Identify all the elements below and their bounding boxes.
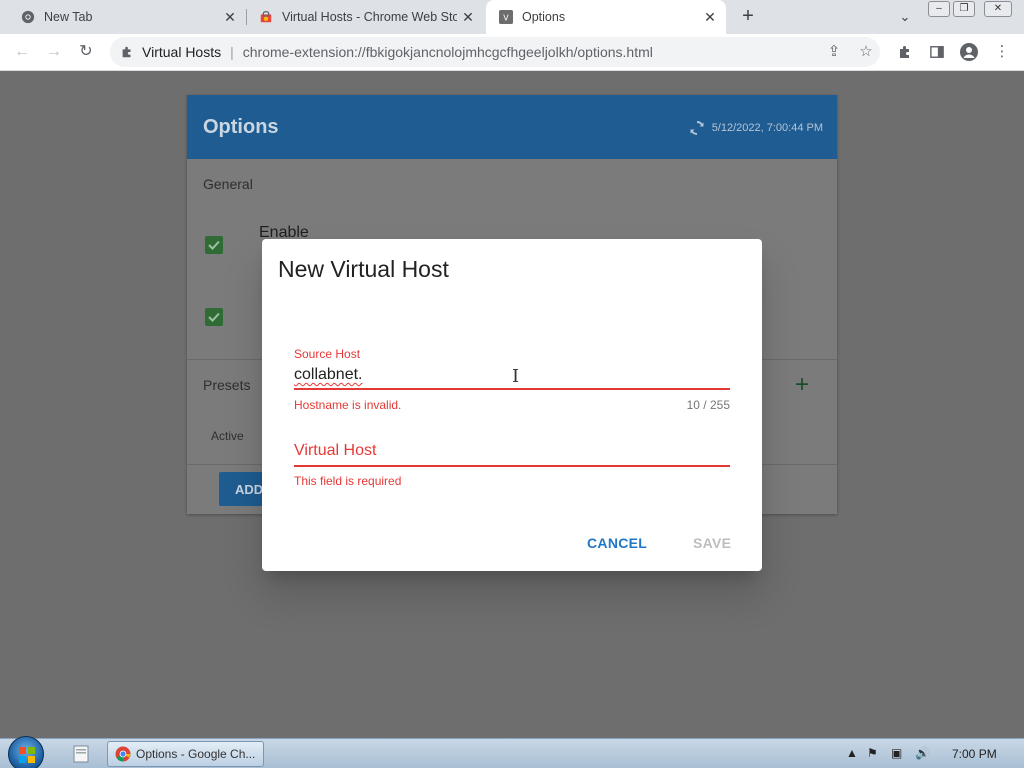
- sync-icon[interactable]: [688, 119, 706, 137]
- virtual-host-input[interactable]: Virtual Host: [294, 442, 376, 460]
- browser-toolbar: ← → ↻ Virtual Hosts | chrome-extension:/…: [0, 34, 1024, 71]
- share-icon[interactable]: ⇪: [824, 42, 844, 62]
- show-hidden-icons-chevron-icon[interactable]: ▲: [846, 746, 858, 760]
- extensions-puzzle-icon[interactable]: [895, 42, 915, 62]
- sync-status[interactable]: 5/12/2022, 7:00:44 PM: [688, 119, 823, 137]
- virtual-host-label: Virtual Host: [294, 442, 377, 459]
- chrome-icon: [20, 9, 36, 25]
- enable-checkbox[interactable]: [205, 236, 223, 254]
- omnibox-url: chrome-extension://fbkigokjancnolojmhcgc…: [242, 44, 653, 60]
- options-header: Options 5/12/2022, 7:00:44 PM: [187, 95, 837, 159]
- chrome-icon: [115, 746, 131, 762]
- network-icon[interactable]: ▣: [891, 746, 902, 760]
- virtual-host-error: This field is required: [294, 474, 402, 488]
- svg-text:V: V: [503, 14, 509, 23]
- close-tab-icon[interactable]: ✕: [702, 9, 718, 25]
- restore-button[interactable]: ❐: [953, 1, 975, 17]
- general-section-label: General: [203, 176, 253, 192]
- virtual-host-underline: [294, 465, 730, 467]
- add-preset-plus-icon[interactable]: +: [792, 373, 812, 397]
- reload-icon[interactable]: ↻: [76, 42, 96, 62]
- tab-search-chevron-icon[interactable]: ⌄: [895, 7, 915, 27]
- text-cursor-icon: I: [512, 366, 520, 387]
- close-window-button[interactable]: ✕: [984, 1, 1012, 17]
- tab-new-tab[interactable]: New Tab ✕: [0, 0, 246, 34]
- second-option-checkbox[interactable]: [205, 308, 223, 326]
- dialog-title: New Virtual Host: [278, 256, 449, 282]
- new-virtual-host-dialog: New Virtual Host Source Host collabnet. …: [262, 239, 762, 571]
- back-arrow-icon[interactable]: ←: [12, 42, 32, 62]
- taskbar-clock[interactable]: 7:00 PM: [952, 747, 997, 761]
- windows-taskbar: Options - Google Ch... ▲ ⚑ ▣ 🔊 7:00 PM: [0, 736, 1024, 768]
- omnibox-site-name: Virtual Hosts: [142, 44, 222, 60]
- save-button[interactable]: SAVE: [693, 535, 731, 551]
- tab-title: Options: [522, 10, 566, 24]
- tab-title: New Tab: [44, 10, 93, 24]
- minimize-button[interactable]: ‒: [928, 1, 950, 17]
- active-column-header: Active: [211, 429, 244, 443]
- new-tab-button[interactable]: +: [737, 5, 759, 27]
- add-button-label: ADD: [235, 481, 264, 497]
- source-host-underline: [294, 388, 730, 390]
- close-tab-icon[interactable]: ✕: [222, 9, 238, 25]
- address-bar[interactable]: Virtual Hosts | chrome-extension://fbkig…: [110, 37, 880, 67]
- extension-v-icon: V: [498, 9, 514, 25]
- tab-strip: New Tab ✕ Virtual Hosts - Chrome Web Sto…: [0, 0, 1024, 34]
- volume-icon[interactable]: 🔊: [915, 746, 930, 760]
- tab-virtual-hosts-webstore[interactable]: Virtual Hosts - Chrome Web Stor ✕: [238, 0, 484, 34]
- webstore-icon: [258, 9, 274, 25]
- start-button[interactable]: [8, 736, 44, 768]
- source-host-input[interactable]: collabnet.: [294, 366, 363, 384]
- source-host-value: collabnet.: [294, 366, 363, 383]
- side-panel-icon[interactable]: [927, 42, 947, 62]
- close-tab-icon[interactable]: ✕: [460, 9, 476, 25]
- puzzle-piece-icon: [120, 45, 134, 59]
- source-host-error: Hostname is invalid.: [294, 398, 402, 412]
- bookmark-star-icon[interactable]: ☆: [856, 42, 876, 62]
- file-explorer-icon[interactable]: [70, 743, 92, 765]
- presets-section-label: Presets: [203, 377, 251, 393]
- page-title: Options: [203, 116, 279, 138]
- forward-arrow-icon[interactable]: →: [44, 42, 64, 62]
- taskbar-chrome-window[interactable]: Options - Google Ch...: [107, 741, 264, 767]
- action-center-flag-icon[interactable]: ⚑: [867, 746, 878, 760]
- tab-options[interactable]: V Options ✕: [486, 0, 726, 34]
- taskbar-task-label: Options - Google Ch...: [136, 747, 256, 761]
- tab-title: Virtual Hosts - Chrome Web Stor: [282, 10, 457, 24]
- source-host-label: Source Host: [294, 347, 361, 361]
- source-host-char-counter: 10 / 255: [686, 398, 730, 412]
- windows-flag-icon: [19, 747, 35, 763]
- omnibox-separator: |: [230, 44, 234, 60]
- kebab-menu-icon[interactable]: ⋮: [992, 42, 1012, 62]
- cancel-button[interactable]: CANCEL: [587, 535, 647, 551]
- sync-timestamp: 5/12/2022, 7:00:44 PM: [711, 122, 823, 134]
- profile-avatar-icon[interactable]: [959, 42, 979, 62]
